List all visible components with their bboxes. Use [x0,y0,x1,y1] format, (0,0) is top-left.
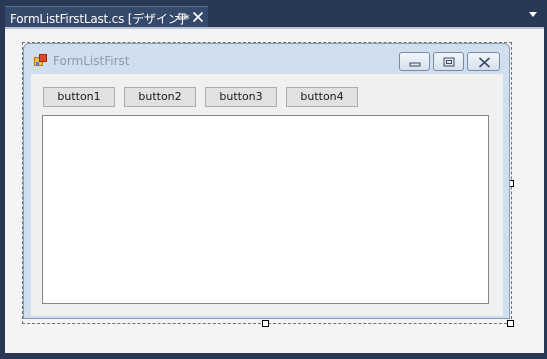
form-window[interactable]: FormListFirst button1 button2 button3 bu… [23,43,510,319]
minimize-button[interactable] [399,52,430,71]
resize-handle-bottom[interactable] [262,320,269,327]
maximize-button[interactable] [433,52,464,71]
chevron-down-icon[interactable] [528,11,538,18]
document-tab-title: FormListFirstLast.cs [デザイン]* [10,12,190,26]
form-icon [34,54,47,66]
close-icon [478,57,491,68]
button3[interactable]: button3 [205,87,277,107]
button4[interactable]: button4 [286,87,358,107]
document-tab[interactable]: FormListFirstLast.cs [デザイン]* [5,6,208,27]
close-icon[interactable] [192,11,204,23]
form-title: FormListFirst [53,54,130,68]
minimize-icon [409,62,421,67]
pin-icon[interactable] [175,10,187,24]
document-tab-strip: FormListFirstLast.cs [デザイン]* [0,0,547,27]
resize-handle-corner[interactable] [507,320,514,327]
close-button[interactable] [467,52,500,71]
button2[interactable]: button2 [124,87,196,107]
maximize-icon [443,57,455,67]
button1[interactable]: button1 [43,87,115,107]
form-titlebar[interactable]: FormListFirst [24,44,509,72]
listbox[interactable] [42,115,489,304]
form-client-area[interactable]: button1 button2 button3 button4 [31,74,503,316]
